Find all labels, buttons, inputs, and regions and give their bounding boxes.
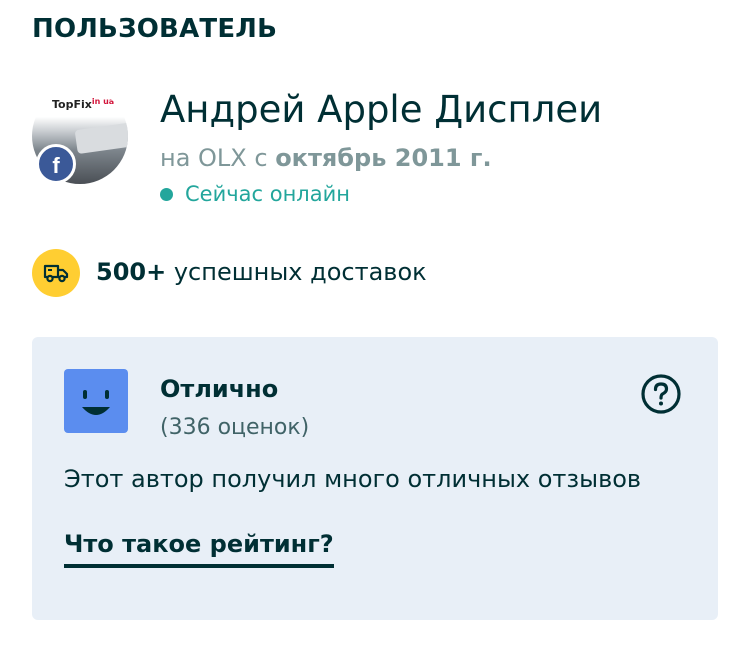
rating-info-link[interactable]: Что такое рейтинг? — [64, 530, 334, 568]
delivery-count: 500+ — [96, 258, 167, 286]
online-dot-icon — [160, 187, 173, 201]
user-name[interactable]: Андрей Apple Дисплеи — [160, 88, 602, 131]
rating-card: Отлично (336 оценок) Этот автор получил … — [32, 337, 718, 620]
avatar-logo: TopFixin ua — [52, 97, 115, 111]
smiley-icon — [64, 369, 128, 433]
online-status-label: Сейчас онлайн — [185, 182, 350, 206]
rating-count: (336 оценок) — [160, 415, 310, 440]
rating-description: Этот автор получил много отличных отзыво… — [64, 465, 642, 493]
facebook-letter: f — [52, 153, 60, 178]
delivery-truck-glyph — [43, 264, 69, 283]
member-since-date: октябрь 2011 г. — [275, 144, 492, 172]
section-title: ПОЛЬЗОВАТЕЛЬ — [32, 14, 278, 44]
delivery-summary: 500+ успешных доставок — [96, 258, 427, 286]
rating-title: Отлично — [160, 375, 279, 403]
member-since-prefix: на OLX с — [160, 144, 276, 172]
question-mark-icon[interactable] — [640, 373, 682, 415]
delivery-label: успешных доставок — [166, 258, 427, 286]
delivery-truck-icon — [32, 249, 80, 297]
facebook-icon: f — [36, 144, 76, 184]
avatar-logo-suffix: in ua — [91, 97, 115, 106]
avatar-photo — [74, 121, 128, 155]
online-status: Сейчас онлайн — [160, 182, 350, 206]
smiley-face — [82, 390, 110, 415]
member-since: на OLX с октябрь 2011 г. — [160, 144, 492, 172]
avatar-logo-text: TopFix — [52, 98, 92, 111]
